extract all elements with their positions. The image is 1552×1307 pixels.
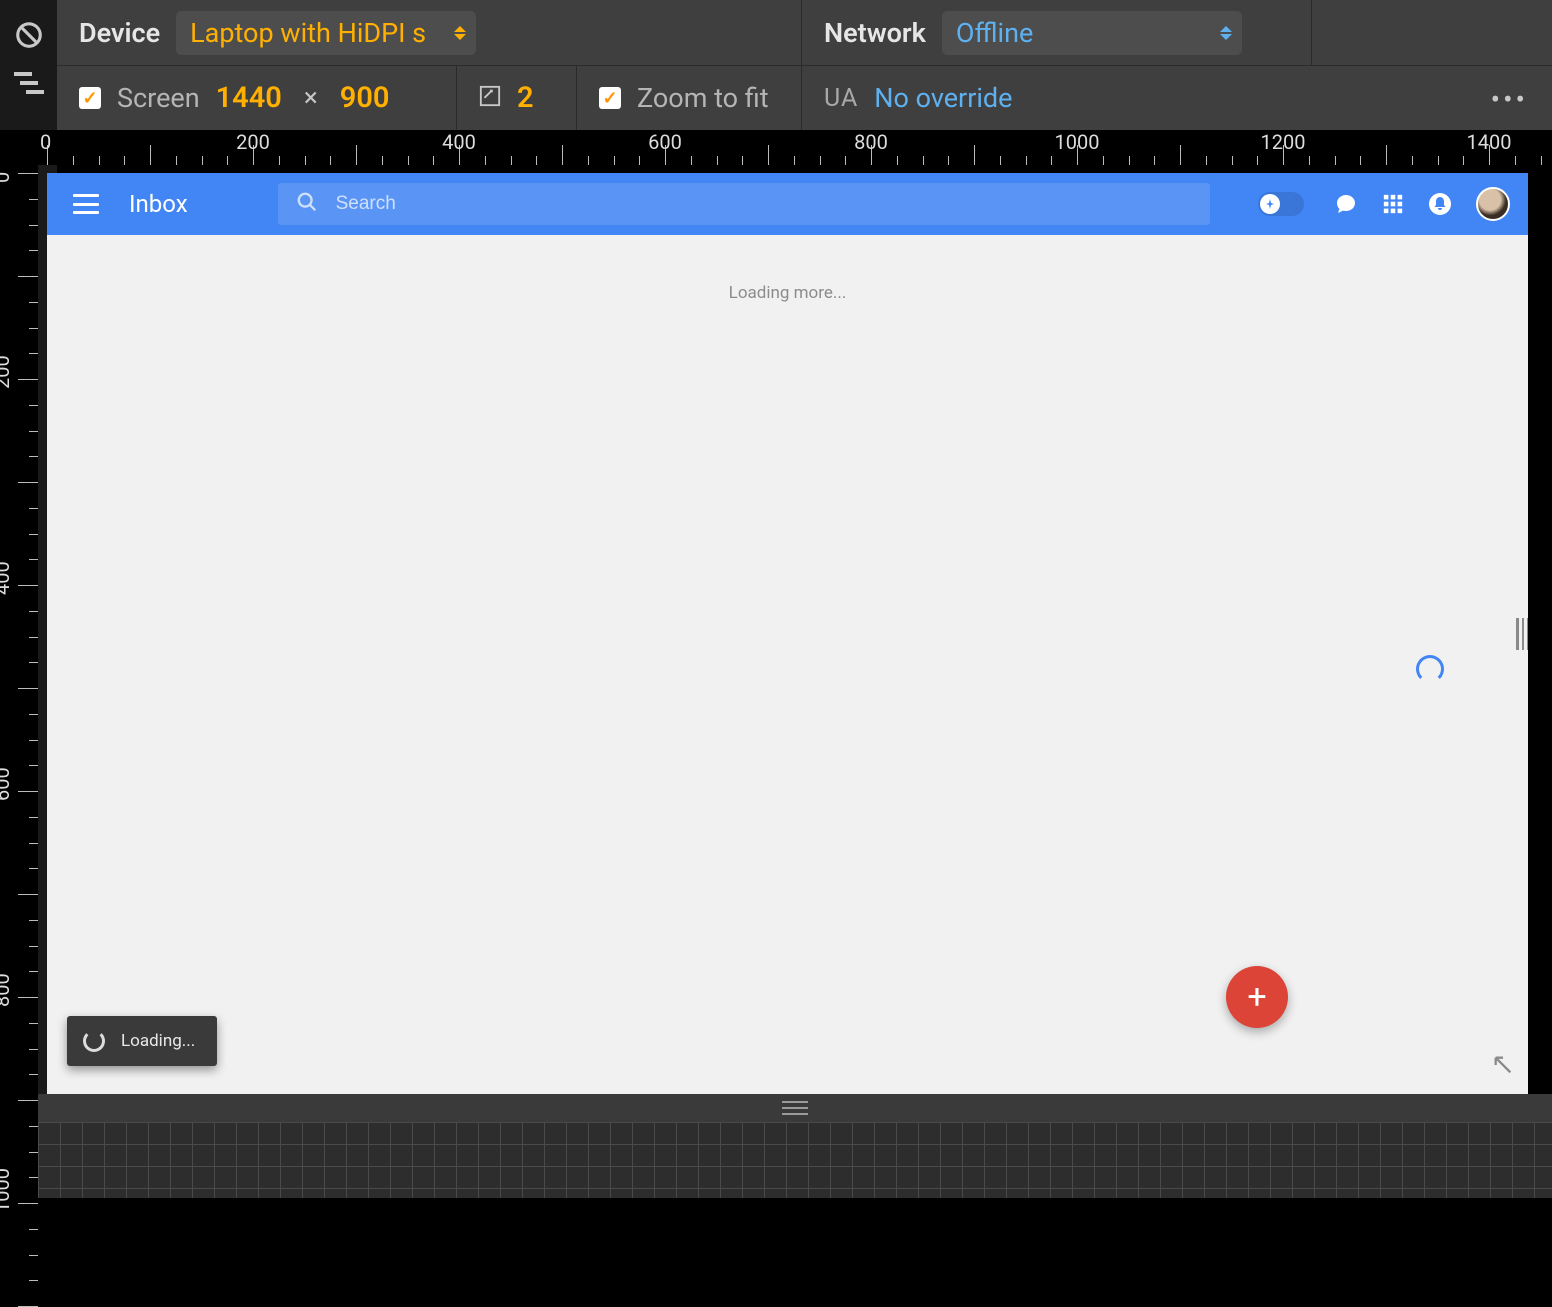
ruler-v-label: 400 — [0, 561, 14, 595]
pin-toggle[interactable] — [1258, 192, 1304, 216]
ruler-v-label: 600 — [0, 767, 14, 801]
device-select[interactable]: Laptop with HiDPI s — [176, 11, 476, 55]
device-label: Device — [79, 17, 160, 49]
avatar[interactable] — [1476, 187, 1510, 221]
spinner-icon — [83, 1030, 105, 1052]
ua-value[interactable]: No override — [874, 82, 1012, 114]
ruler-h-label: 0 — [40, 130, 51, 154]
grid-background — [38, 1122, 1552, 1198]
toast-text: Loading... — [121, 1031, 195, 1051]
ua-label: UA — [824, 84, 858, 113]
loading-more-text: Loading more... — [47, 235, 1528, 303]
ruler-corner — [0, 130, 38, 165]
dpr-icon — [479, 85, 501, 111]
viewport-resize-handle[interactable] — [1516, 612, 1528, 656]
times-icon: × — [298, 83, 324, 113]
ruler-h-label: 1000 — [1055, 130, 1100, 154]
ruler-h-label: 200 — [236, 130, 270, 154]
network-select[interactable]: Offline — [942, 11, 1242, 55]
filter-icon[interactable] — [14, 72, 44, 94]
plus-icon: + — [1247, 977, 1266, 1017]
ruler-vertical: 02004006008001000 — [0, 130, 38, 1198]
dpr-value[interactable]: 2 — [517, 81, 534, 115]
loading-toast: Loading... — [67, 1016, 217, 1066]
chevron-updown-icon — [1220, 26, 1232, 40]
menu-icon[interactable] — [73, 194, 99, 214]
ruler-v-label: 200 — [0, 355, 14, 389]
ruler-h-label: 600 — [648, 130, 682, 154]
network-label: Network — [824, 17, 926, 49]
search-input[interactable] — [336, 193, 1192, 215]
screen-height[interactable]: 900 — [340, 81, 390, 115]
notifications-icon[interactable] — [1428, 192, 1452, 216]
ruler-h-label: 400 — [442, 130, 476, 154]
more-icon[interactable]: ••• — [1491, 83, 1528, 116]
inbox-header: Inbox — [47, 173, 1528, 235]
ruler-h-label: 800 — [854, 130, 888, 154]
ruler-h-label: 1400 — [1467, 130, 1512, 154]
screen-width[interactable]: 1440 — [216, 81, 282, 115]
resize-corner-icon[interactable] — [1492, 1054, 1514, 1080]
device-select-value: Laptop with HiDPI s — [190, 17, 426, 49]
chevron-updown-icon — [454, 26, 466, 40]
search-icon — [296, 191, 318, 217]
app-title: Inbox — [129, 190, 188, 218]
apps-icon[interactable] — [1382, 193, 1404, 215]
network-select-value: Offline — [956, 17, 1033, 49]
emulated-viewport: Inbox Loading more... — [47, 173, 1528, 1094]
ruler-h-label: 1200 — [1261, 130, 1306, 154]
inbox-body: Loading more... + Loading... — [47, 235, 1528, 1094]
ruler-horizontal: 0 200 400 600 800 1000 1200 1400 — [38, 130, 1552, 165]
devtools-topbar: Device Laptop with HiDPI s Network Offli… — [57, 0, 1552, 130]
ruler-v-label: 1000 — [0, 1168, 14, 1213]
ruler-v-label: 0 — [0, 172, 14, 183]
chat-icon[interactable] — [1334, 192, 1358, 216]
no-entry-icon[interactable] — [14, 20, 44, 50]
screen-checkbox[interactable]: ✓ — [79, 87, 101, 109]
spinner-icon — [1416, 655, 1444, 683]
zoom-checkbox[interactable]: ✓ — [599, 87, 621, 109]
compose-button[interactable]: + — [1226, 966, 1288, 1028]
pin-icon — [1260, 194, 1280, 214]
ruler-v-label: 800 — [0, 973, 14, 1007]
drawer-handle[interactable] — [38, 1094, 1552, 1122]
zoom-label: Zoom to fit — [637, 82, 769, 114]
search-bar[interactable] — [278, 183, 1210, 225]
screen-label: Screen — [117, 82, 200, 114]
